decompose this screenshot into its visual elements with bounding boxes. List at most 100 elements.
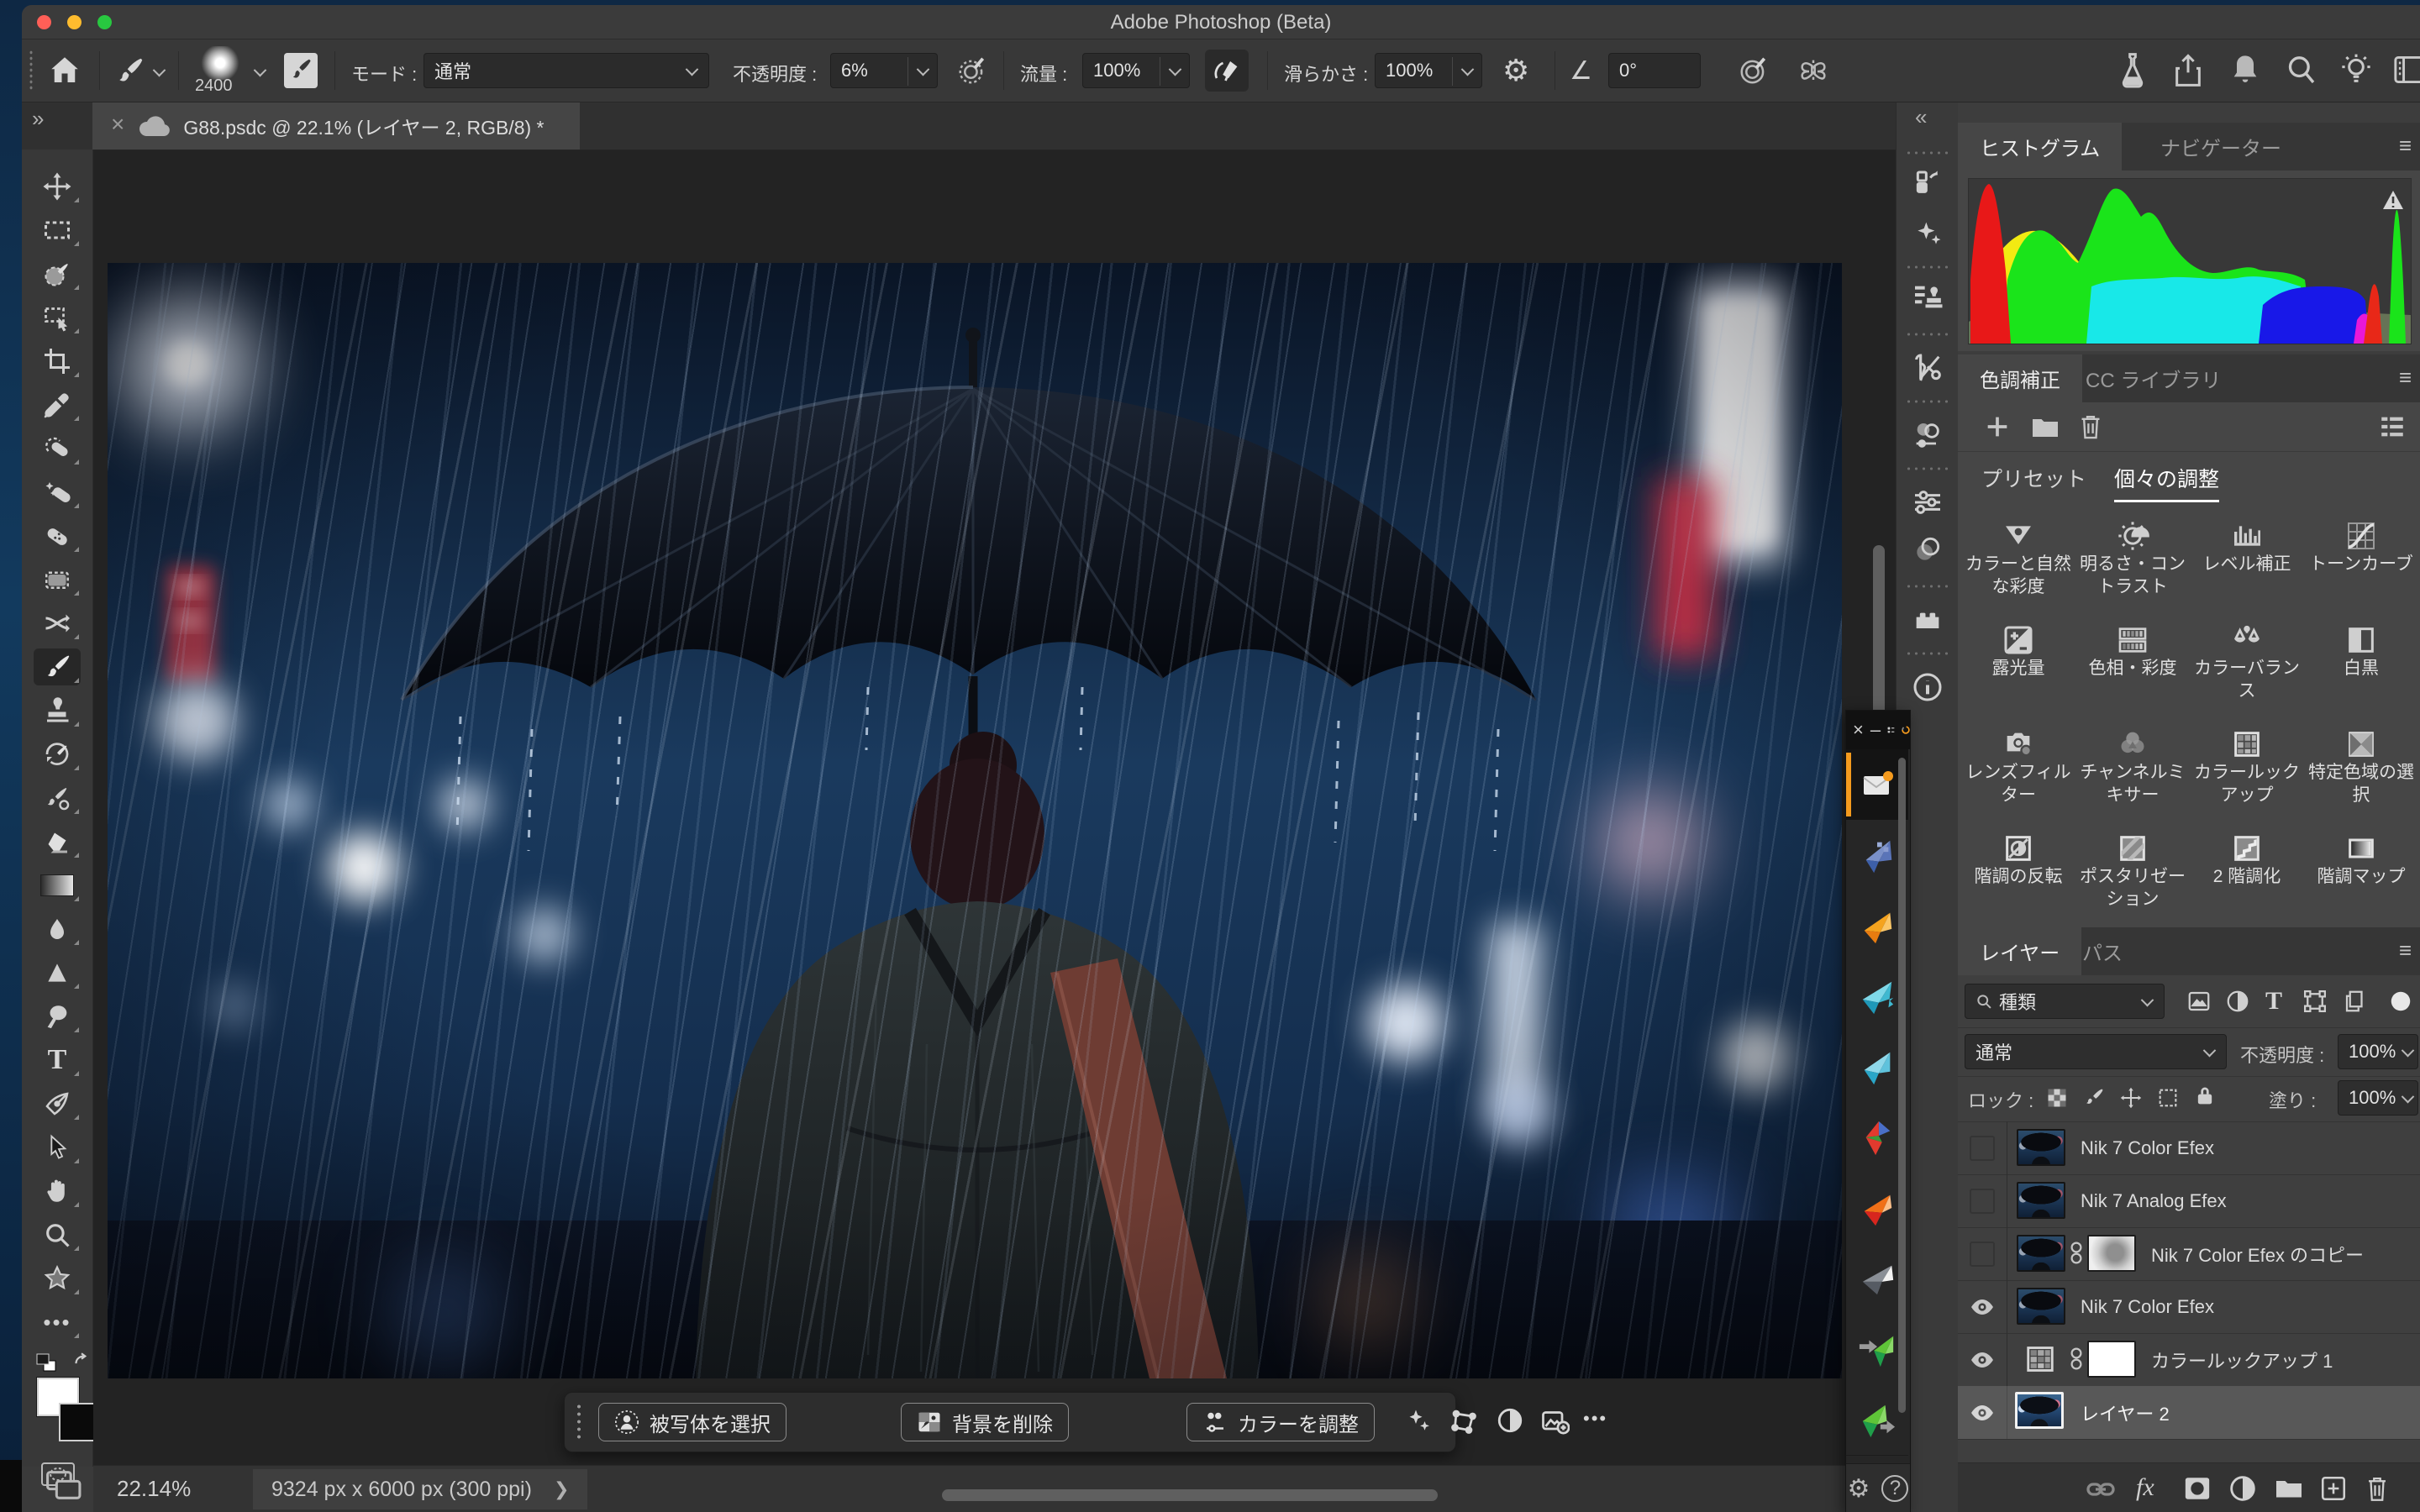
- clone-stamp-tool[interactable]: [34, 692, 81, 729]
- brush-tool-icon[interactable]: [114, 55, 146, 87]
- adjustment-gradient-map[interactable]: 階調マップ: [2304, 832, 2418, 888]
- adjustment-exposure[interactable]: 露光量: [1961, 623, 2075, 680]
- layer-thumbnail[interactable]: [2017, 1182, 2065, 1219]
- search-icon[interactable]: [2284, 51, 2317, 88]
- list-view-icon[interactable]: [2378, 412, 2407, 441]
- object-selection-tool[interactable]: [34, 299, 81, 336]
- blend-circles-icon[interactable]: [1911, 533, 1944, 566]
- mask-link-icon[interactable]: [2069, 1345, 2084, 1373]
- brush-tool[interactable]: [34, 648, 81, 685]
- visibility-toggle[interactable]: [1958, 1174, 2007, 1227]
- airbrush-toggle-icon[interactable]: [1205, 50, 1249, 92]
- layer-mask-thumbnail[interactable]: [2087, 1235, 2136, 1272]
- dock-collapse-icon[interactable]: «: [1915, 104, 1927, 130]
- remove-tool[interactable]: [34, 430, 81, 467]
- add-adjustment-layer-icon[interactable]: [2228, 1474, 2257, 1503]
- visibility-toggle[interactable]: [1958, 1386, 2007, 1439]
- content-aware-move-tool[interactable]: [34, 605, 81, 642]
- adjust-color-button[interactable]: カラーを調整: [1186, 1403, 1375, 1441]
- adjustment-channel-mixer[interactable]: チャンネルミキサー: [2075, 727, 2190, 807]
- adjustments-menu-icon[interactable]: ≡: [2399, 365, 2412, 391]
- version-history-icon[interactable]: [1911, 168, 1944, 202]
- lock-pixels-icon[interactable]: [2082, 1086, 2106, 1110]
- mixer-brush-tool[interactable]: [34, 780, 81, 816]
- color-mixer-icon[interactable]: [1911, 418, 1944, 452]
- pressure-size-icon[interactable]: [1738, 55, 1770, 87]
- angle-field[interactable]: 0°: [1608, 53, 1701, 88]
- add-image-icon[interactable]: [1539, 1406, 1570, 1436]
- visibility-off-checkbox[interactable]: [1970, 1189, 1995, 1214]
- swap-colors-icon[interactable]: [71, 1351, 92, 1373]
- filter-adjustment-icon[interactable]: [2225, 989, 2250, 1014]
- sparkle-icon[interactable]: [1403, 1406, 1434, 1436]
- pen-tool[interactable]: [34, 1085, 81, 1122]
- layer-row[interactable]: Nik 7 Color Efex: [1958, 1280, 2420, 1334]
- horizontal-scrollbar[interactable]: [942, 1489, 1438, 1501]
- adjustment-posterize[interactable]: ポスタリゼーション: [2075, 832, 2190, 911]
- visibility-toggle[interactable]: [1958, 1121, 2007, 1174]
- pressure-opacity-icon[interactable]: [956, 55, 988, 87]
- transform-icon[interactable]: [1449, 1406, 1479, 1436]
- visibility-toggle[interactable]: [1958, 1333, 2007, 1386]
- adjustment-halfcircle-icon[interactable]: [1496, 1406, 1524, 1435]
- info-icon[interactable]: [1911, 670, 1944, 704]
- filter-toggle-icon[interactable]: [2388, 989, 2413, 1014]
- new-layer-icon[interactable]: [2319, 1474, 2348, 1503]
- filter-type-icon[interactable]: T: [2265, 987, 2282, 1016]
- taskbar-grip[interactable]: [575, 1403, 583, 1441]
- histogram-menu-icon[interactable]: ≡: [2399, 133, 2412, 159]
- discover-lightbulb-icon[interactable]: [2339, 51, 2373, 88]
- nik-scrollbar[interactable]: [1898, 758, 1906, 1413]
- nik-gear-icon[interactable]: ⚙: [1848, 1474, 1870, 1504]
- adjustment-black-white[interactable]: 白黒: [2304, 623, 2418, 680]
- link-layers-icon[interactable]: [2086, 1477, 2116, 1502]
- patch-tool[interactable]: [34, 561, 81, 598]
- mask-link-icon[interactable]: [2069, 1239, 2084, 1268]
- properties-sliders-icon[interactable]: [1911, 486, 1944, 519]
- canvas-area[interactable]: 被写体を選択 背景を削除 カラーを調整 •••: [93, 150, 1896, 1465]
- add-adjustment-icon[interactable]: [1983, 412, 2012, 441]
- gradient-tool[interactable]: [34, 867, 81, 904]
- layer-thumbnail[interactable]: [2015, 1392, 2064, 1429]
- edit-toolbar-icon[interactable]: •••: [34, 1304, 81, 1341]
- layer-filter-select[interactable]: 種類: [1965, 984, 2165, 1019]
- color-lookup-layer-icon[interactable]: [2023, 1343, 2057, 1375]
- tools-panel-icon[interactable]: [1911, 351, 1944, 385]
- layer-name[interactable]: レイヤー 2: [2081, 1386, 2170, 1439]
- lock-transparency-icon[interactable]: [2045, 1086, 2069, 1110]
- fill-field[interactable]: 100%: [2338, 1080, 2418, 1116]
- layer-name[interactable]: Nik 7 Analog Efex: [2081, 1174, 2227, 1227]
- healing-brush-tool[interactable]: [34, 517, 81, 554]
- lock-position-icon[interactable]: [2119, 1086, 2143, 1110]
- filter-shape-icon[interactable]: [2302, 989, 2328, 1014]
- lock-all-icon[interactable]: [2193, 1084, 2217, 1108]
- document-tab[interactable]: × G88.psdc @ 22.1% (レイヤー 2, RGB/8) *: [92, 102, 580, 150]
- taskbar-more-icon[interactable]: •••: [1583, 1408, 1607, 1430]
- plugins-brick-icon[interactable]: [1911, 603, 1944, 637]
- document-close-icon[interactable]: ×: [111, 111, 124, 138]
- blur-tool[interactable]: [34, 911, 81, 948]
- notifications-bell-icon[interactable]: [2228, 51, 2262, 88]
- nik-settings-icon[interactable]: [1887, 723, 1895, 737]
- visibility-toggle[interactable]: [1958, 1227, 2007, 1280]
- beta-feedback-icon[interactable]: [2116, 51, 2149, 88]
- subtab-presets[interactable]: プリセット: [1981, 463, 2086, 493]
- opacity-field[interactable]: 6%: [830, 53, 938, 88]
- layer-row-selected[interactable]: レイヤー 2: [1958, 1386, 2420, 1440]
- mode-select[interactable]: 通常: [424, 53, 709, 88]
- zoom-level[interactable]: 22.14%: [117, 1476, 191, 1502]
- paint-symmetry-icon[interactable]: [1797, 55, 1830, 88]
- adjustment-levels[interactable]: レベル補正: [2190, 519, 2304, 575]
- delete-layer-trash-icon[interactable]: [2365, 1473, 2390, 1504]
- layer-name[interactable]: カラールックアップ 1: [2151, 1333, 2333, 1386]
- brush-size-chevron[interactable]: [254, 64, 267, 77]
- tools-collapse-icon[interactable]: »: [32, 106, 44, 132]
- home-icon[interactable]: [47, 53, 82, 88]
- crop-tool[interactable]: [34, 343, 81, 380]
- filter-smart-object-icon[interactable]: [2343, 989, 2368, 1014]
- adjustment-threshold[interactable]: 2 階調化: [2190, 832, 2304, 888]
- visibility-off-checkbox[interactable]: [1970, 1242, 1995, 1267]
- move-tool[interactable]: [34, 168, 81, 205]
- layer-thumbnail[interactable]: [2017, 1235, 2065, 1272]
- nik-close-icon[interactable]: ×: [1853, 719, 1864, 741]
